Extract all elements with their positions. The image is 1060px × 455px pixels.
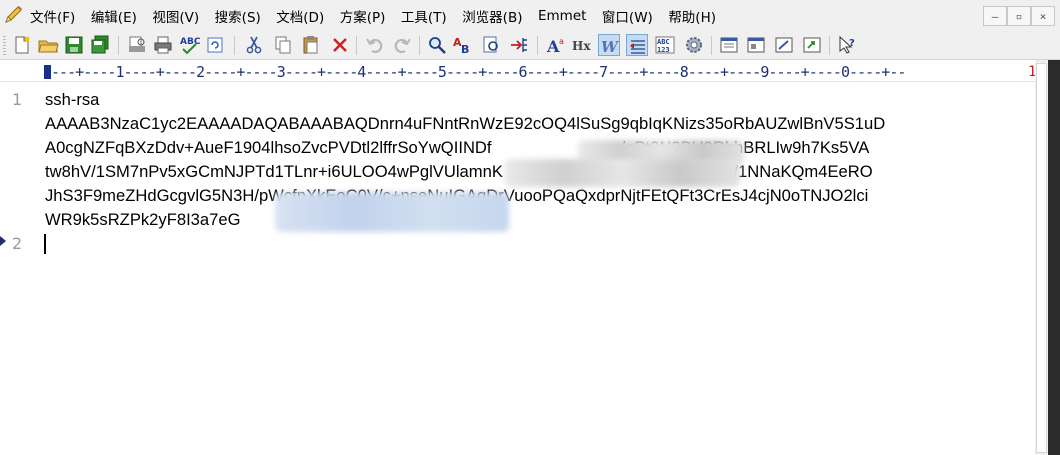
close-button[interactable]: × (1031, 6, 1055, 26)
font-icon[interactable]: Aa (545, 34, 567, 56)
save-all-icon[interactable] (89, 34, 111, 56)
word-wrap-icon[interactable]: W (598, 34, 620, 56)
redacted-region (505, 159, 740, 187)
goto-line-icon[interactable] (508, 34, 530, 56)
svg-text:Hx: Hx (572, 39, 591, 53)
menu-browser[interactable]: 浏览器(B) (462, 6, 522, 26)
svg-text:W: W (601, 38, 620, 56)
toolbar-grip[interactable] (3, 36, 6, 55)
text-line: WR9k5sRZPk2yF8I3a7eG (45, 210, 241, 229)
scrollbar-thumb[interactable] (1036, 63, 1047, 453)
minimize-button[interactable]: – (983, 6, 1007, 26)
print-icon[interactable] (152, 34, 174, 56)
text-line: ssh-rsa (45, 90, 100, 109)
copy-icon[interactable] (272, 34, 294, 56)
replace-icon[interactable]: AB (452, 34, 474, 56)
ruler-cursor-marker (44, 65, 51, 79)
svg-text:B: B (461, 43, 469, 56)
svg-text:a: a (559, 37, 564, 46)
browser-preview-icon[interactable] (801, 34, 823, 56)
toolbar-separator (118, 36, 119, 55)
current-line-marker (0, 236, 6, 246)
menu-file[interactable]: 文件(F) (30, 6, 75, 26)
toolbar-separator (537, 36, 538, 55)
paste-icon[interactable] (300, 34, 322, 56)
toolbar-separator (419, 36, 420, 55)
save-icon[interactable] (63, 34, 85, 56)
window-edge (1048, 60, 1060, 455)
toolbar: ABC AB Aa Hx W ABC 123 ? (0, 31, 1060, 60)
help-cursor-icon[interactable]: ? (836, 34, 858, 56)
menu-document[interactable]: 文档(D) (276, 6, 324, 26)
pencil-app-icon (5, 6, 22, 23)
toolbar-separator (711, 36, 712, 55)
delete-icon[interactable] (329, 34, 351, 56)
clip-library-icon[interactable] (773, 34, 795, 56)
column-mode-icon[interactable]: ABC 123 (654, 34, 676, 56)
svg-text:A: A (546, 37, 560, 56)
toolbar-separator (829, 36, 830, 55)
new-file-icon[interactable] (11, 34, 33, 56)
line-number: 1 (12, 90, 23, 109)
restore-button[interactable]: ▫ (1007, 6, 1031, 26)
print-preview-icon[interactable] (126, 34, 148, 56)
window-list-icon[interactable] (718, 34, 740, 56)
refresh-icon[interactable] (204, 34, 226, 56)
menu-window[interactable]: 窗口(W) (602, 6, 653, 26)
output-window-icon[interactable] (745, 34, 767, 56)
svg-text:ABC: ABC (657, 38, 670, 46)
menu-emmet[interactable]: Emmet (538, 8, 586, 24)
redacted-region (275, 192, 509, 232)
menu-view[interactable]: 视图(V) (152, 6, 199, 26)
menu-scheme[interactable]: 方案(P) (340, 6, 386, 26)
line-number-gutter: 1 2 (0, 82, 38, 455)
redo-icon[interactable] (391, 34, 413, 56)
menu-search[interactable]: 搜索(S) (215, 6, 261, 26)
ruler-scale: ---+----1----+----2----+----3----+----4-… (51, 63, 906, 81)
menu-edit[interactable]: 编辑(E) (91, 6, 137, 26)
menu-bar: 文件(F) 编辑(E) 视图(V) 搜索(S) 文档(D) 方案(P) 工具(T… (0, 0, 1060, 31)
menu-tools[interactable]: 工具(T) (401, 6, 447, 26)
cut-icon[interactable] (243, 34, 265, 56)
svg-text:?: ? (849, 38, 855, 49)
undo-icon[interactable] (364, 34, 386, 56)
svg-text:ABC: ABC (180, 37, 200, 47)
svg-text:123: 123 (657, 46, 670, 54)
menu-help[interactable]: 帮助(H) (668, 6, 716, 26)
find-icon[interactable] (426, 34, 448, 56)
line-number: 2 (12, 234, 23, 253)
hex-icon[interactable]: Hx (571, 34, 593, 56)
find-in-files-icon[interactable] (480, 34, 502, 56)
text-cursor (44, 234, 46, 254)
open-folder-icon[interactable] (37, 34, 59, 56)
text-line: AAAAB3NzaC1yc2EAAAADAQABAAABAQDnrn4uFNnt… (45, 114, 886, 133)
toolbar-separator (234, 36, 235, 55)
toolbar-separator (356, 36, 357, 55)
settings-gear-icon[interactable] (683, 34, 705, 56)
text-line: tw8hV/1SM7nPv5xGCmNJPTd1TLnr+i6ULOO4wPgl… (45, 162, 873, 181)
spell-check-icon[interactable]: ABC (178, 34, 200, 56)
text-line: A0cgNZFqBXzDdv+AueF1904lhsoZvcPVDtl2lffr… (45, 138, 870, 157)
line-numbers-icon[interactable] (626, 34, 648, 56)
column-ruler: ---+----1----+----2----+----3----+----4-… (0, 60, 1048, 82)
